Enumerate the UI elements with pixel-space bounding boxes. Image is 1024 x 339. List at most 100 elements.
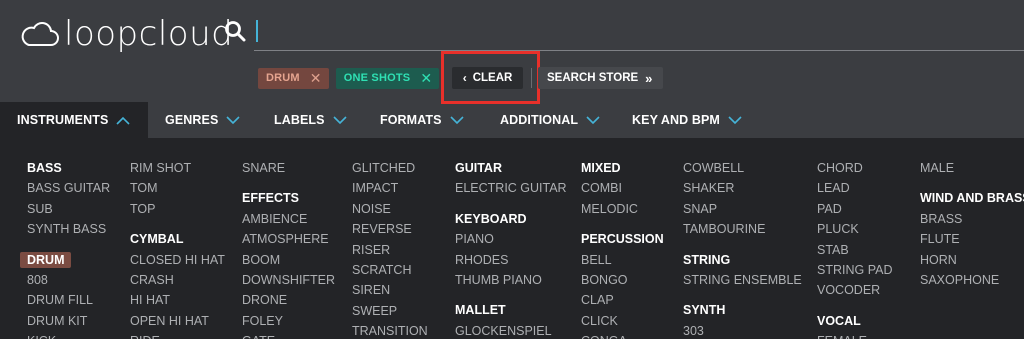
instrument-item-scratch[interactable]: SCRATCH: [352, 260, 428, 280]
instrument-item-bongo[interactable]: BONGO: [581, 270, 664, 290]
instrument-item-rhodes[interactable]: RHODES: [455, 250, 567, 270]
item-label: AMBIENCE: [242, 211, 308, 226]
instrument-item-shaker[interactable]: SHAKER: [683, 178, 802, 198]
instrument-item-click[interactable]: CLICK: [581, 311, 664, 331]
search-store-button[interactable]: SEARCH STORE »: [538, 67, 663, 89]
instrument-item-riser[interactable]: RISER: [352, 240, 428, 260]
item-label: NOISE: [352, 201, 391, 216]
tab-additional[interactable]: ADDITIONAL: [500, 102, 600, 138]
instrument-item-303[interactable]: 303: [683, 321, 802, 339]
instrument-item-synth-bass[interactable]: SYNTH BASS: [27, 219, 110, 239]
category-heading-wind-and-brass[interactable]: WIND AND BRASS: [920, 188, 1024, 208]
instrument-item-snap[interactable]: SNAP: [683, 199, 802, 219]
tab-instruments[interactable]: INSTRUMENTS: [0, 102, 148, 138]
instrument-item-siren[interactable]: SIREN: [352, 280, 428, 300]
instrument-item-downshifter[interactable]: DOWNSHIFTER: [242, 270, 335, 290]
instrument-item-cowbell[interactable]: COWBELL: [683, 158, 802, 178]
instrument-item-pluck[interactable]: PLUCK: [817, 219, 892, 239]
category-heading-effects[interactable]: EFFECTS: [242, 188, 335, 208]
instrument-item-reverse[interactable]: REVERSE: [352, 219, 428, 239]
instrument-item-melodic[interactable]: MELODIC: [581, 199, 664, 219]
instrument-item-electric-guitar[interactable]: ELECTRIC GUITAR: [455, 178, 567, 198]
instrument-item-tom[interactable]: TOM: [130, 178, 225, 198]
instrument-item-bass-guitar[interactable]: BASS GUITAR: [27, 178, 110, 198]
instrument-item-sub[interactable]: SUB: [27, 199, 110, 219]
item-label: FEMALE: [817, 334, 867, 339]
instrument-item-brass[interactable]: BRASS: [920, 209, 1024, 229]
tab-labels[interactable]: LABELS: [274, 102, 347, 138]
filter-chip-drum[interactable]: DRUM ✕: [258, 67, 329, 89]
tab-key-and-bpm[interactable]: KEY AND BPM: [632, 102, 742, 138]
instrument-item-kick[interactable]: KICK: [27, 331, 110, 339]
instrument-item-gate[interactable]: GATE: [242, 331, 335, 339]
category-heading-bass[interactable]: BASS: [27, 158, 110, 178]
instrument-item-horn[interactable]: HORN: [920, 250, 1024, 270]
loopcloud-logo[interactable]: loopcloud: [20, 14, 233, 54]
instrument-item-saxophone[interactable]: SAXOPHONE: [920, 270, 1024, 290]
instrument-item-conga[interactable]: CONGA: [581, 331, 664, 339]
category-heading-vocal[interactable]: VOCAL: [817, 311, 892, 331]
instrument-item-tambourine[interactable]: TAMBOURINE: [683, 219, 802, 239]
instrument-item-drone[interactable]: DRONE: [242, 290, 335, 310]
search-input[interactable]: [256, 20, 258, 42]
instrument-item-male[interactable]: MALE: [920, 158, 1024, 178]
instrument-item-stab[interactable]: STAB: [817, 240, 892, 260]
tab-genres[interactable]: GENRES: [165, 102, 240, 138]
instrument-item-drum-kit[interactable]: DRUM KIT: [27, 311, 110, 331]
instrument-item-ride[interactable]: RIDE: [130, 331, 225, 339]
instrument-item-vocoder[interactable]: VOCODER: [817, 280, 892, 300]
category-heading-synth[interactable]: SYNTH: [683, 300, 802, 320]
filter-chip-one-shots[interactable]: ONE SHOTS ✕: [335, 67, 440, 89]
instrument-item-bell[interactable]: BELL: [581, 250, 664, 270]
tab-formats[interactable]: FORMATS: [380, 102, 464, 138]
remove-filter-icon[interactable]: ✕: [420, 71, 432, 85]
instrument-item-glockenspiel[interactable]: GLOCKENSPIEL: [455, 321, 567, 339]
instrument-item-atmosphere[interactable]: ATMOSPHERE: [242, 229, 335, 249]
category-heading-mixed[interactable]: MIXED: [581, 158, 664, 178]
instrument-item-flute[interactable]: FLUTE: [920, 229, 1024, 249]
instrument-item-rim-shot[interactable]: RIM SHOT: [130, 158, 225, 178]
instrument-item-snare[interactable]: SNARE: [242, 158, 335, 178]
chevron-down-icon: [226, 115, 240, 124]
instrument-item-drum[interactable]: DRUM: [20, 250, 110, 270]
instrument-item-chord[interactable]: CHORD: [817, 158, 892, 178]
instrument-item-string-pad[interactable]: STRING PAD: [817, 260, 892, 280]
instrument-item-clap[interactable]: CLAP: [581, 290, 664, 310]
instrument-item-crash[interactable]: CRASH: [130, 270, 225, 290]
remove-filter-icon[interactable]: ✕: [310, 71, 322, 85]
item-label: MALE: [920, 161, 955, 175]
instrument-item-thumb-piano[interactable]: THUMB PIANO: [455, 270, 567, 290]
instrument-item-top[interactable]: TOP: [130, 199, 225, 219]
instrument-item-hi-hat[interactable]: HI HAT: [130, 290, 225, 310]
instrument-item-pad[interactable]: PAD: [817, 199, 892, 219]
category-heading-mallet[interactable]: MALLET: [455, 300, 567, 320]
instrument-item-closed-hi-hat[interactable]: CLOSED HI HAT: [130, 250, 225, 270]
instrument-item-drum-fill[interactable]: DRUM FILL: [27, 290, 110, 310]
instrument-item-open-hi-hat[interactable]: OPEN HI HAT: [130, 311, 225, 331]
category-heading-percussion[interactable]: PERCUSSION: [581, 229, 664, 249]
instrument-item-glitched[interactable]: GLITCHED: [352, 158, 428, 178]
instrument-column: COWBELL SHAKER SNAP TAMBOURINE STRING STRING …: [683, 158, 802, 339]
category-heading-keyboard[interactable]: KEYBOARD: [455, 209, 567, 229]
column-spacer: [455, 290, 567, 300]
instrument-item-boom[interactable]: BOOM: [242, 250, 335, 270]
instrument-item-foley[interactable]: FOLEY: [242, 311, 335, 331]
category-heading-cymbal[interactable]: CYMBAL: [130, 229, 225, 249]
chevron-down-icon: [333, 115, 347, 124]
item-label: SYNTH BASS: [27, 222, 107, 237]
instrument-item-lead[interactable]: LEAD: [817, 178, 892, 198]
instrument-item-string-ensemble[interactable]: STRING ENSEMBLE: [683, 270, 802, 290]
instrument-item-female[interactable]: FEMALE: [817, 331, 892, 339]
category-heading-string[interactable]: STRING: [683, 250, 802, 270]
instrument-item-noise[interactable]: NOISE: [352, 199, 428, 219]
instrument-item-piano[interactable]: PIANO: [455, 229, 567, 249]
instrument-item-combi[interactable]: COMBI: [581, 178, 664, 198]
instrument-item-808[interactable]: 808: [27, 270, 110, 290]
instrument-item-impact[interactable]: IMPACT: [352, 178, 428, 198]
search-bar[interactable]: [224, 20, 258, 42]
search-icon[interactable]: [224, 20, 246, 42]
instrument-item-sweep[interactable]: SWEEP: [352, 301, 428, 321]
instrument-item-transition[interactable]: TRANSITION: [352, 321, 428, 339]
instrument-item-ambience[interactable]: AMBIENCE: [242, 209, 335, 229]
category-heading-guitar[interactable]: GUITAR: [455, 158, 567, 178]
